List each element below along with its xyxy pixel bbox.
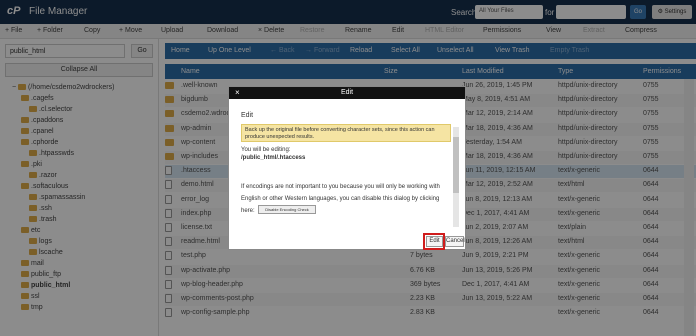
file-path: /public_html/.htaccess	[241, 155, 306, 161]
dialog-header-title: Edit	[340, 89, 354, 96]
disable-encoding-check-button[interactable]: Disable Encoding Check	[258, 205, 316, 214]
dialog-title: Edit	[241, 112, 254, 119]
dialog-edit-button[interactable]: Edit	[426, 236, 443, 247]
close-icon[interactable]: ×	[235, 87, 240, 99]
will-edit-label: You will be editing:	[241, 147, 291, 153]
dialog-scroll-thumb[interactable]	[453, 137, 459, 193]
dialog-header: × Edit	[229, 87, 465, 99]
warning-message: Back up the original file before convert…	[241, 124, 451, 142]
edit-dialog: × Edit Edit Back up the original file bef…	[228, 86, 466, 250]
dialog-cancel-button[interactable]: Cancel	[445, 236, 465, 247]
